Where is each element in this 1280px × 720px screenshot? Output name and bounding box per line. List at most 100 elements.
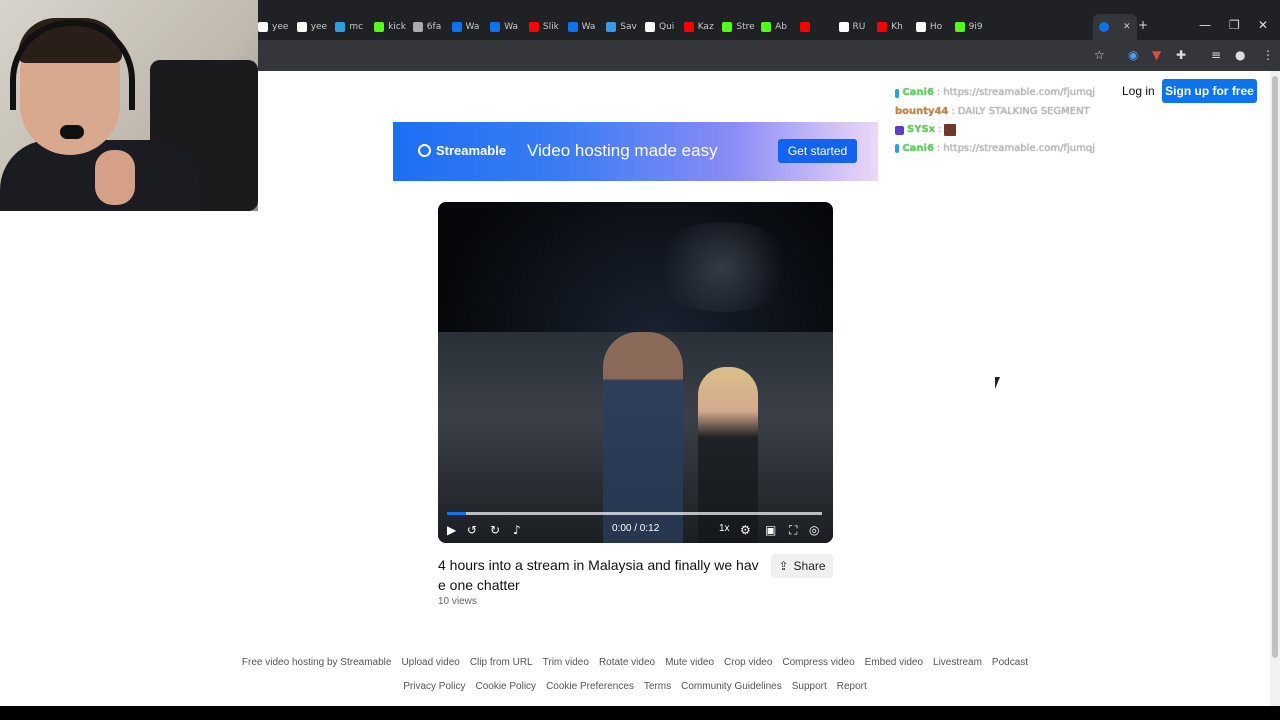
browser-tab[interactable]: Kh [877, 18, 903, 36]
browser-tab[interactable]: Slik [528, 18, 559, 36]
close-window-button[interactable]: ✕ [1258, 18, 1268, 32]
browser-tab[interactable]: Wa [490, 18, 518, 36]
tab-label: Ho [929, 22, 943, 32]
forward-icon[interactable]: ↻ [490, 522, 500, 538]
share-button[interactable]: ⇪ Share [771, 554, 833, 578]
minimize-button[interactable]: — [1199, 18, 1211, 32]
rewind-icon[interactable]: ↺ [467, 522, 477, 538]
fullscreen-icon[interactable]: ⛶ [789, 522, 797, 538]
footer-link[interactable]: Cookie Policy [475, 681, 536, 692]
tab-favicon-icon [645, 22, 655, 32]
browser-tab[interactable]: Ho [915, 18, 943, 36]
streamable-player-logo-icon[interactable]: ◎ [809, 522, 819, 538]
browser-tab[interactable]: 6fa [412, 18, 441, 36]
browser-tab[interactable] [799, 18, 814, 36]
footer-link[interactable]: Support [792, 681, 827, 692]
footer-link[interactable]: Livestream [933, 657, 982, 668]
video-progress-bar[interactable] [447, 512, 822, 515]
chat-emote-icon [944, 124, 957, 137]
footer-link[interactable]: Privacy Policy [403, 681, 465, 692]
footer-link[interactable]: Compress video [782, 657, 854, 668]
playback-rate-button[interactable]: 1x [719, 523, 730, 534]
browser-tab[interactable]: Qui [645, 18, 674, 36]
tab-favicon-icon [296, 22, 307, 32]
play-icon[interactable]: ▶ [447, 522, 456, 538]
extensions-puzzle-icon[interactable]: ✚ [1176, 48, 1186, 62]
mouse-cursor-icon [995, 377, 1005, 389]
media-control-icon[interactable]: ≡ [1211, 48, 1221, 62]
browser-tab[interactable]: mc [335, 18, 363, 36]
browser-tab[interactable]: RU [838, 18, 865, 36]
login-link[interactable]: Log in [1122, 84, 1155, 98]
browser-tab[interactable]: Sav [606, 18, 637, 36]
extension-audio-icon[interactable]: ◉ [1128, 48, 1138, 62]
chat-separator: : [938, 124, 942, 135]
banner-brand: Streamable [436, 143, 507, 158]
footer-link[interactable]: Crop video [724, 657, 772, 668]
footer-link[interactable]: Community Guidelines [681, 681, 782, 692]
browser-tab[interactable]: Ab [761, 18, 787, 36]
video-frame-fireworks [648, 222, 798, 312]
page-scrollbar-thumb[interactable] [1272, 76, 1278, 658]
restore-button[interactable]: ❐ [1229, 18, 1240, 32]
footer-link[interactable]: Trim video [543, 657, 589, 668]
footer-link[interactable]: Rotate video [599, 657, 655, 668]
signup-button[interactable]: Sign up for free [1162, 79, 1257, 103]
browser-menu-icon[interactable]: ⋮ [1262, 48, 1274, 62]
share-icon: ⇪ [778, 559, 789, 573]
close-tab-icon[interactable]: ✕ [1123, 22, 1131, 32]
footer-link[interactable]: Upload video [401, 657, 459, 668]
footer-links-row-1: Free video hosting by Streamable Upload v… [0, 657, 1270, 668]
footer-link[interactable]: Podcast [992, 657, 1028, 668]
browser-tab[interactable]: 9i9 [954, 18, 983, 36]
settings-gear-icon[interactable]: ⚙ [740, 522, 751, 538]
footer-link[interactable]: Embed video [865, 657, 923, 668]
volume-icon[interactable]: ♪ [513, 522, 521, 538]
tab-favicon-icon [451, 22, 462, 32]
video-title: 4 hours into a stream in Malaysia and fi… [438, 557, 759, 593]
browser-tab[interactable]: Kaz [683, 18, 714, 36]
browser-tab[interactable]: kick [374, 18, 406, 36]
get-started-button[interactable]: Get started [778, 139, 857, 163]
tab-favicon-icon [335, 22, 346, 32]
chat-message: Cani6: https://streamable.com/fjumqj [895, 84, 1095, 103]
footer-link[interactable]: Mute video [665, 657, 714, 668]
banner-headline: Video hosting made easy [527, 141, 718, 160]
chat-message: Cani6: https://streamable.com/fjumqj [895, 140, 1095, 159]
browser-tab[interactable]: yee [296, 18, 327, 36]
screen: yee yee mc kick 6fa Wa Wa Slik Wa Sav Qui Kaz Stre Ab… [0, 0, 1280, 720]
chat-message: SYSx: [895, 121, 1095, 140]
browser-tab[interactable]: Wa [451, 18, 479, 36]
tab-favicon-icon [258, 22, 268, 32]
webcam-overlay [0, 0, 258, 211]
chat-text: https://streamable.com/fjumqj [943, 142, 1095, 154]
profile-avatar-icon[interactable]: ● [1235, 48, 1245, 62]
browser-tab[interactable]: yee [258, 18, 288, 36]
chat-username: SYSx [907, 124, 936, 135]
chat-badge-icon [895, 144, 900, 154]
bookmark-star-icon[interactable]: ☆ [1094, 48, 1105, 62]
footer-link[interactable]: Report [837, 681, 867, 692]
tab-favicon-icon [567, 22, 578, 32]
browser-tab[interactable]: Wa [567, 18, 596, 36]
tab-label: mc [349, 22, 364, 32]
tab-favicon-icon [606, 22, 617, 32]
tab-favicon-icon [490, 22, 501, 32]
extension-shield-icon[interactable]: ▼ [1152, 48, 1161, 62]
tab-favicon-icon [722, 22, 733, 32]
chat-username: Cani6 [902, 142, 934, 154]
picture-in-picture-icon[interactable]: ▣ [765, 522, 776, 538]
tab-streamable-active[interactable]: ✕ [1093, 14, 1137, 40]
footer-link[interactable]: Free video hosting by Streamable [242, 657, 392, 668]
browser-tab[interactable]: Stre [722, 18, 755, 36]
video-player[interactable] [438, 202, 833, 543]
footer-link[interactable]: Cookie Preferences [546, 681, 634, 692]
footer-link[interactable]: Terms [644, 681, 671, 692]
footer-links-row-2: Privacy Policy Cookie Policy Cookie Prefer… [0, 681, 1270, 692]
tab-label: Wa [581, 22, 596, 32]
tab-favicon-icon [412, 22, 423, 32]
video-frame-woman [698, 367, 758, 543]
footer-link[interactable]: Clip from URL [470, 657, 533, 668]
webcam-microphone [60, 125, 84, 139]
new-tab-button[interactable]: + [1138, 18, 1148, 32]
